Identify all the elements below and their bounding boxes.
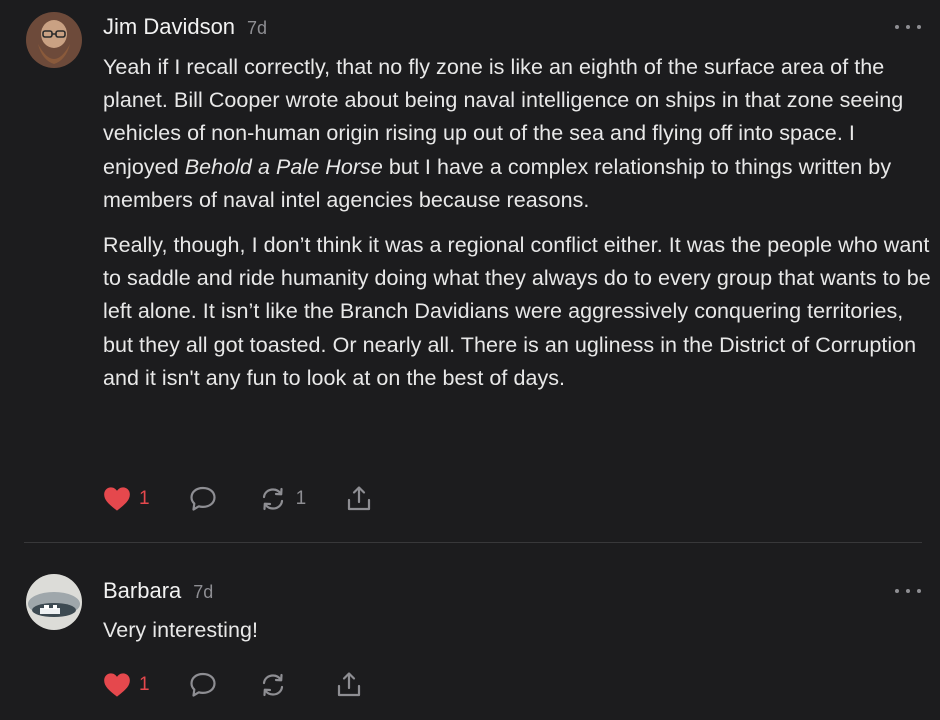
heart-icon <box>104 673 130 697</box>
share-upload-icon <box>348 486 371 511</box>
restack-button[interactable] <box>258 670 288 700</box>
avatar[interactable] <box>26 12 82 68</box>
like-button[interactable]: 1 <box>103 672 150 698</box>
comment-body: Yeah if I recall correctly, that no fly … <box>103 51 933 395</box>
avatar[interactable] <box>26 574 82 630</box>
reply-button[interactable] <box>188 484 218 514</box>
like-button[interactable]: 1 <box>103 486 150 512</box>
comment-divider <box>24 542 922 543</box>
share-button[interactable] <box>334 670 364 700</box>
more-options-icon[interactable] <box>895 586 921 596</box>
like-count: 1 <box>139 674 150 695</box>
like-count: 1 <box>139 488 150 509</box>
timestamp[interactable]: 7d <box>193 582 213 603</box>
restack-arrows-icon <box>262 487 283 511</box>
speech-bubble-icon <box>189 486 216 511</box>
comment-paragraph: Yeah if I recall correctly, that no fly … <box>103 51 933 217</box>
restack-button[interactable]: 1 <box>258 484 307 514</box>
comment-body: Very interesting! <box>103 614 933 647</box>
comment-actions: 1 1 <box>103 484 374 514</box>
author-name[interactable]: Barbara <box>103 578 181 604</box>
comment-paragraph: Very interesting! <box>103 618 259 642</box>
restack-arrows-icon <box>262 673 283 697</box>
book-title: Behold a Pale Horse <box>184 154 383 179</box>
comment-actions: 1 <box>103 670 364 700</box>
heart-icon <box>104 487 130 511</box>
more-options-icon[interactable] <box>895 22 921 32</box>
timestamp[interactable]: 7d <box>247 18 267 39</box>
share-button[interactable] <box>344 484 374 514</box>
comment-paragraph: Really, though, I don’t think it was a r… <box>103 233 931 390</box>
reply-button[interactable] <box>188 670 218 700</box>
restack-count: 1 <box>295 488 307 509</box>
share-upload-icon <box>337 672 360 697</box>
author-name[interactable]: Jim Davidson <box>103 14 235 40</box>
speech-bubble-icon <box>189 672 216 697</box>
